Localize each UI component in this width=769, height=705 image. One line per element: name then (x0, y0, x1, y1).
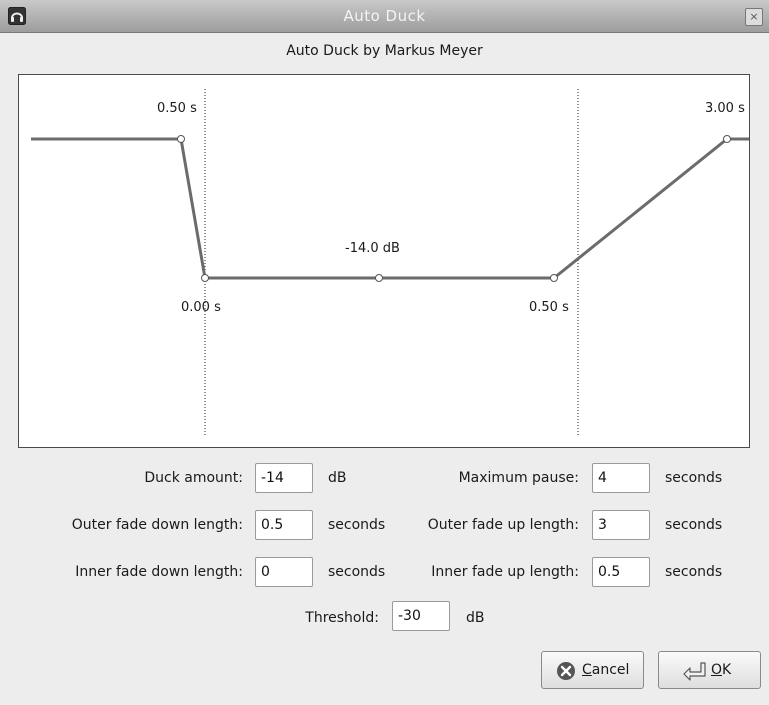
outer-fade-down-length-unit: seconds (328, 517, 386, 533)
maximum-pause-input[interactable] (592, 463, 650, 493)
cancel-button[interactable]: Cancel (541, 651, 644, 689)
auto-duck-dialog: Auto Duck × Auto Duck by Markus Meyer 0.… (0, 0, 769, 705)
envelope-curve (31, 89, 749, 437)
maximum-pause-unit: seconds (665, 470, 723, 486)
inner-fade-down-length-input[interactable] (255, 557, 313, 587)
outer-fade-up-length-unit: seconds (665, 517, 723, 533)
dialog-subtitle: Auto Duck by Markus Meyer (286, 43, 483, 59)
duck-amount-label-text: Duck amount: (144, 470, 243, 486)
ok-button[interactable]: OK (658, 651, 761, 689)
inner-fade-down-handle[interactable] (201, 274, 209, 282)
maximum-pause-label: Maximum pause: (458, 470, 579, 486)
inner-fade-up-length-input[interactable] (592, 557, 650, 587)
outer-fade-down-length-input[interactable] (255, 510, 313, 540)
duck-curve-line (31, 137, 749, 280)
duck-amount-label: -14.0 dB (345, 241, 400, 256)
outer-fade-down-length-label: Outer fade down length: (71, 517, 243, 533)
duck-amount-unit: dB (328, 470, 347, 486)
inner-fade-up-length-label: Inner fade up length: (431, 564, 579, 580)
cancel-label: Cancel (582, 662, 630, 678)
inner-fade-down-length-unit: seconds (328, 564, 386, 580)
threshold-label: Threshold: (305, 610, 379, 626)
outer-fade-down-label: 0.50 s (157, 101, 197, 116)
inner-fade-up-handle[interactable] (550, 274, 558, 282)
outer-fade-up-handle[interactable] (723, 135, 731, 143)
window-title: Auto Duck (343, 7, 426, 25)
ok-arrow-icon (683, 662, 706, 681)
threshold-input[interactable] (392, 601, 450, 631)
duck-amount-input[interactable] (255, 463, 313, 493)
duck-envelope-graph[interactable]: 0.50 s 0.00 s -14.0 dB 0.50 s 3.00 s (18, 74, 750, 448)
inner-fade-up-label: 0.50 s (529, 300, 569, 315)
outer-fade-up-length-input[interactable] (592, 510, 650, 540)
outer-fade-up-length-label: Outer fade up length: (427, 517, 579, 533)
cancel-icon (557, 662, 575, 680)
inner-fade-down-length-label: Inner fade down length: (75, 564, 243, 580)
inner-fade-up-length-unit: seconds (665, 564, 723, 580)
ok-label: OK (711, 662, 732, 678)
inner-fade-down-label: 0.00 s (181, 300, 221, 315)
threshold-unit: dB (466, 610, 485, 626)
outer-fade-up-label: 3.00 s (705, 101, 745, 116)
close-button[interactable]: × (745, 8, 763, 26)
duck-amount-handle[interactable] (375, 274, 383, 282)
title-bar[interactable]: Auto Duck × (0, 0, 769, 33)
outer-fade-down-handle[interactable] (177, 135, 185, 143)
